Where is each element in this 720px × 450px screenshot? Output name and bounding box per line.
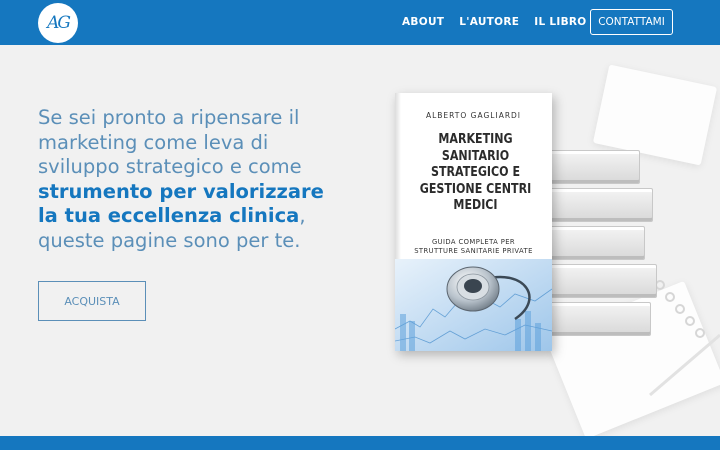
contact-button[interactable]: CONTATTAMI [590, 9, 673, 35]
hero-comma: , [299, 204, 306, 227]
hero-line: marketing come leva di [38, 130, 269, 154]
book-subtitle-line: STRUTTURE SANITARIE PRIVATE [414, 247, 533, 255]
main-nav: ABOUT L'AUTORE IL LIBRO [402, 16, 602, 28]
book-title-line: MEDICI [453, 197, 498, 213]
hero-emphasis: strumento per valorizzare [38, 179, 324, 203]
logo[interactable]: AG [38, 3, 78, 43]
book-cover[interactable]: ALBERTO GAGLIARDI MARKETING SANITARIO ST… [395, 93, 552, 351]
book-subtitle: GUIDA COMPLETA PER STRUTTURE SANITARIE P… [395, 238, 552, 256]
nav-lautore[interactable]: L'AUTORE [459, 16, 519, 28]
hero-line: sviluppo strategico e come [38, 155, 302, 178]
nav-about[interactable]: ABOUT [402, 16, 444, 28]
book-title-line: SANITARIO [441, 147, 510, 164]
book-title: MARKETING SANITARIO STRATEGICO E GESTION… [416, 131, 535, 214]
book-author: ALBERTO GAGLIARDI [425, 111, 522, 120]
book-title-line: GESTIONE CENTRI [419, 180, 532, 197]
footer-band [0, 436, 720, 450]
hero-line: Se sei pronto a ripensare il [38, 106, 300, 129]
book-title-line: STRATEGICO E [430, 164, 521, 180]
nav-il-libro[interactable]: IL LIBRO [534, 16, 586, 28]
book-stack-image [545, 150, 665, 350]
buy-button[interactable]: ACQUISTA [38, 281, 146, 321]
hero-headline: Se sei pronto a ripensare il marketing c… [38, 106, 358, 253]
hero-line: queste pagine sono per te. [38, 228, 301, 252]
book-subtitle-line: GUIDA COMPLETA PER [431, 238, 516, 246]
hero-emphasis: la tua eccellenza clinica [38, 204, 300, 227]
site-header: AG ABOUT L'AUTORE IL LIBRO CONTATTAMI [0, 0, 720, 45]
stethoscope-icon [395, 259, 552, 351]
logo-monogram: AG [47, 13, 71, 33]
book-title-line: MARKETING [438, 131, 513, 147]
